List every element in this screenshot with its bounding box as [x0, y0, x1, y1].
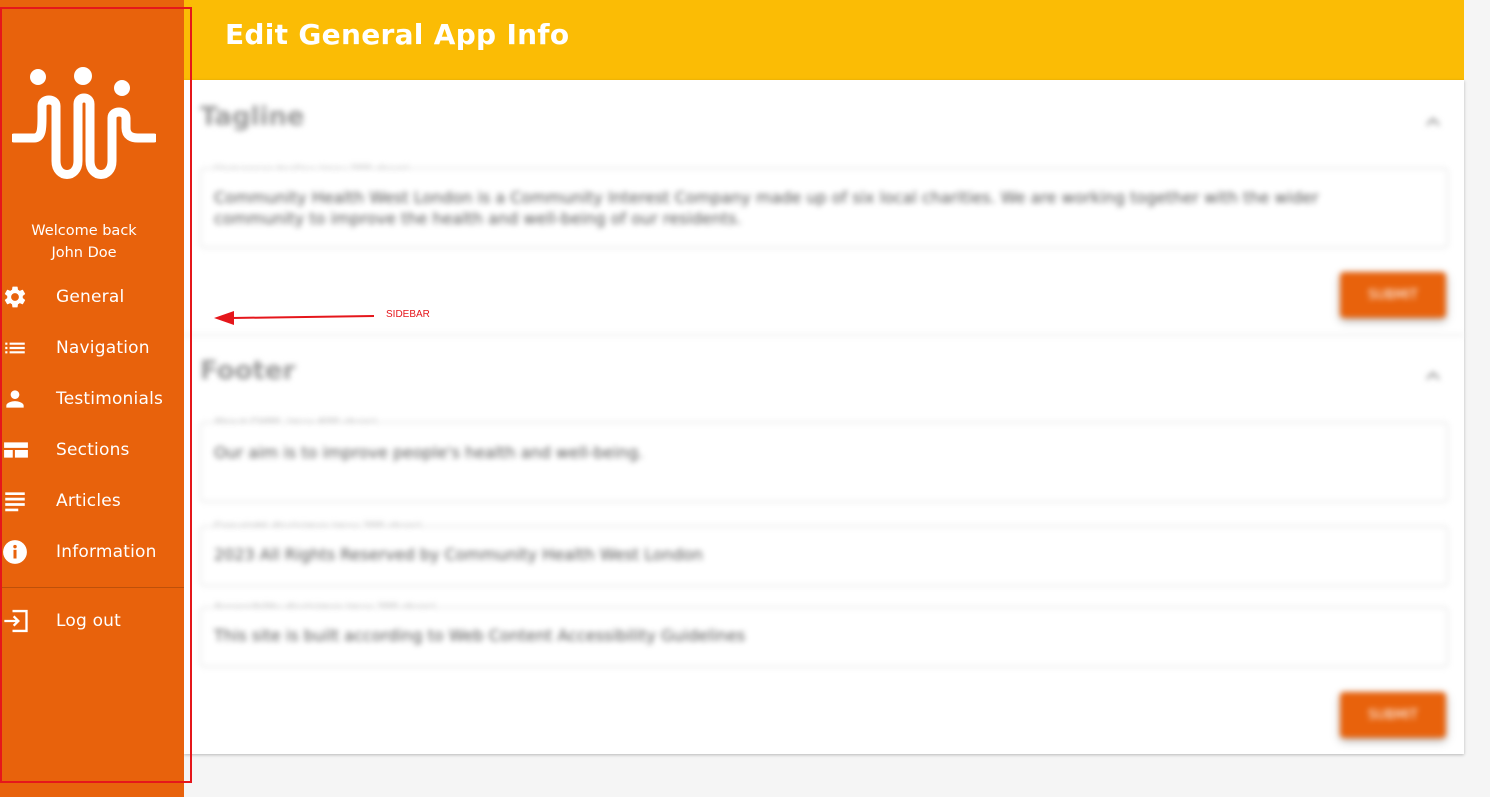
logo-icon	[12, 67, 156, 179]
about-field-value: Our aim is to improve people's health an…	[214, 443, 644, 462]
sidebar-item-testimonials[interactable]: Testimonials	[0, 373, 184, 424]
tagline-submit-button[interactable]: SUBMIT	[1340, 272, 1446, 318]
sidebar-item-label: Information	[56, 541, 157, 562]
sidebar-item-label: Testimonials	[56, 388, 164, 409]
sidebar-item-label: Sections	[56, 439, 130, 460]
tagline-panel-title: Tagline	[200, 102, 305, 132]
logout-button[interactable]: Log out	[0, 595, 184, 646]
panel-divider	[184, 334, 1464, 336]
logout-label: Log out	[56, 610, 122, 631]
info-icon	[0, 539, 56, 565]
article-icon	[0, 488, 56, 514]
user-name: John Doe	[51, 245, 117, 261]
copyright-field[interactable]: 2023 All Rights Reserved by Community He…	[200, 526, 1448, 586]
sidebar-item-sections[interactable]: Sections	[0, 424, 184, 475]
accessibility-field-value: This site is built according to Web Cont…	[214, 626, 746, 645]
sidebar-item-articles[interactable]: Articles	[0, 475, 184, 526]
person-icon	[0, 386, 56, 412]
welcome-text: Welcome back	[31, 223, 137, 239]
sidebar-item-label: Navigation	[56, 337, 150, 358]
tagline-field-value: Community Health West London is a Commun…	[214, 188, 1319, 228]
footer-panel-title: Footer	[200, 356, 296, 386]
sidebar-divider	[0, 587, 184, 588]
annotation-arrow-icon	[214, 311, 375, 325]
chevron-up-icon[interactable]	[1424, 113, 1442, 131]
layout-icon	[0, 437, 56, 463]
annotation-label: SIDEBAR	[386, 309, 430, 320]
page-header: Edit General App Info	[184, 0, 1464, 80]
list-icon	[0, 335, 56, 361]
copyright-field-value: 2023 All Rights Reserved by Community He…	[214, 545, 703, 564]
page-title: Edit General App Info	[225, 18, 570, 51]
sidebar-nav: General Navigation Testimonials Sections…	[0, 271, 184, 577]
gear-icon	[0, 284, 56, 310]
about-field[interactable]: Our aim is to improve people's health an…	[200, 422, 1448, 502]
sidebar-item-label: Articles	[56, 490, 121, 511]
logout-icon	[0, 607, 56, 635]
sidebar: Welcome back John Doe General Navigation…	[0, 0, 184, 797]
accessibility-field[interactable]: This site is built according to Web Cont…	[200, 607, 1448, 667]
main-content: Tagline Homepage tagline (max 200 chars)…	[184, 80, 1464, 754]
welcome-message: Welcome back John Doe	[0, 220, 168, 264]
sidebar-item-information[interactable]: Information	[0, 526, 184, 577]
chevron-up-icon[interactable]	[1424, 367, 1442, 385]
sidebar-item-navigation[interactable]: Navigation	[0, 322, 184, 373]
footer-submit-button[interactable]: SUBMIT	[1340, 692, 1446, 738]
sidebar-item-general[interactable]: General	[0, 271, 184, 322]
sidebar-item-label: General	[56, 286, 125, 307]
tagline-field[interactable]: Community Health West London is a Commun…	[200, 168, 1448, 248]
